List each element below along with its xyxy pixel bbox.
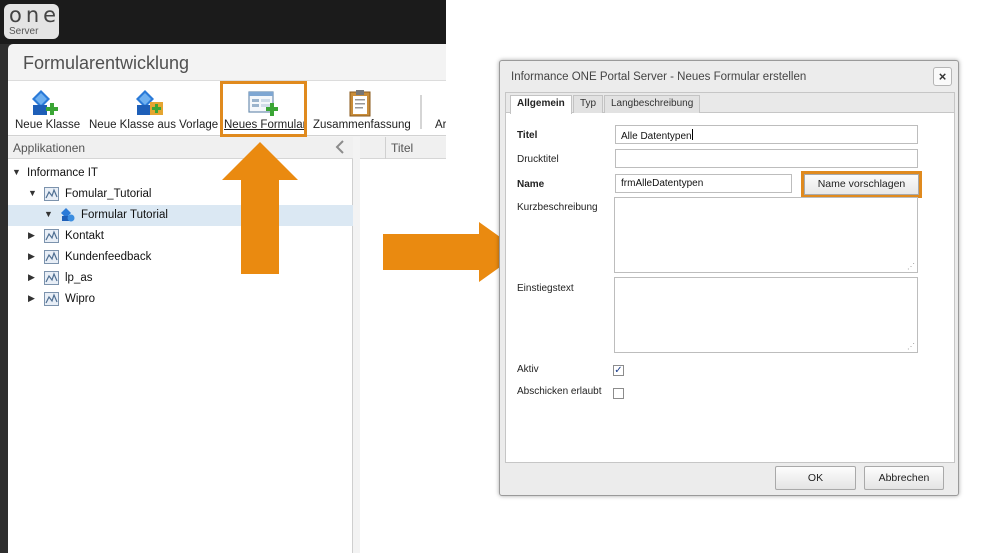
- toolbar-separator: [420, 95, 422, 129]
- aktiv-label: Aktiv: [517, 364, 539, 375]
- application-icon: [44, 229, 59, 243]
- applications-panel: Applikationen ▼ Informance IT ▼ Fomular_: [8, 137, 353, 553]
- one-server-logo[interactable]: one Server: [4, 3, 61, 39]
- collapsed-triangle-icon[interactable]: ▶: [28, 251, 38, 261]
- expanded-triangle-icon[interactable]: ▼: [12, 167, 22, 177]
- kurzbeschreibung-textarea[interactable]: ⋰: [614, 197, 918, 273]
- text-cursor: [691, 129, 693, 140]
- tree-item-label: Informance IT: [27, 167, 98, 179]
- collapsed-triangle-icon[interactable]: ▶: [28, 272, 38, 282]
- class-icon: [61, 208, 75, 222]
- class-from-template-button[interactable]: Neue Klasse aus Vorlage: [88, 81, 218, 137]
- tree-item-label: Kontakt: [65, 230, 104, 242]
- truncated-toolbar-label: Ar: [435, 119, 446, 131]
- logo-text-one: one: [9, 3, 61, 27]
- dialog-body: Allgemein Typ Langbeschreibung Titel All…: [505, 92, 955, 463]
- collapse-left-icon[interactable]: [334, 139, 348, 155]
- collapsed-triangle-icon[interactable]: ▶: [28, 230, 38, 240]
- grid-header: Titel: [360, 137, 446, 159]
- drucktitel-label: Drucktitel: [517, 154, 559, 165]
- collapsed-triangle-icon[interactable]: ▶: [28, 293, 38, 303]
- drucktitel-input[interactable]: [615, 149, 918, 168]
- new-class-icon: [32, 90, 58, 115]
- new-form-dialog: Informance ONE Portal Server - Neues For…: [499, 60, 959, 496]
- tree-item-label: lp_as: [65, 272, 93, 284]
- close-icon[interactable]: ×: [933, 67, 952, 86]
- cancel-button[interactable]: Abbrechen: [864, 466, 944, 490]
- name-suggest-highlight-frame: [801, 171, 922, 198]
- dialog-footer: OK Abbrechen: [505, 463, 955, 493]
- tab-allgemein[interactable]: Allgemein: [510, 95, 572, 114]
- resize-grip-icon[interactable]: ⋰: [907, 263, 915, 271]
- summary-label: Zusammenfassung: [313, 119, 411, 131]
- tree-item-informance-it[interactable]: ▼ Informance IT: [8, 163, 353, 184]
- einstiegstext-textarea[interactable]: ⋰: [614, 277, 918, 353]
- application-icon: [44, 187, 59, 201]
- summary-button[interactable]: Zusammenfassung: [312, 81, 411, 137]
- abschicken-label: Abschicken erlaubt: [517, 386, 602, 397]
- tree-item-label: Formular Tutorial: [81, 209, 168, 221]
- applications-header-title: Applikationen: [13, 141, 86, 155]
- window-title: Formularentwicklung: [23, 53, 190, 73]
- dialog-title: Informance ONE Portal Server - Neues For…: [511, 71, 807, 83]
- tree-item-kontakt[interactable]: ▶ Kontakt: [8, 226, 353, 247]
- summary-clipboard-icon: [349, 90, 371, 117]
- class-from-template-label: Neue Klasse aus Vorlage: [89, 119, 219, 131]
- new-class-label: Neue Klasse: [15, 119, 81, 131]
- tree-item-wipro[interactable]: ▶ Wipro: [8, 289, 353, 310]
- tree-item-label: Kundenfeedback: [65, 251, 152, 263]
- aktiv-checkbox[interactable]: ✓: [613, 365, 624, 376]
- einstiegstext-label: Einstiegstext: [517, 283, 574, 294]
- kurzbeschreibung-label: Kurzbeschreibung: [517, 202, 598, 213]
- applications-header: Applikationen: [8, 137, 353, 159]
- name-label: Name: [517, 179, 545, 190]
- tree-item-fomular-tutorial[interactable]: ▼ Fomular_Tutorial: [8, 184, 353, 205]
- expanded-triangle-icon[interactable]: ▼: [28, 188, 38, 198]
- titel-input[interactable]: Alle Datentypen: [615, 125, 918, 144]
- tutorial-screenshot: one Server Formularentwicklung Neue Klas…: [0, 0, 1000, 553]
- arrow-up-icon: [222, 142, 298, 274]
- titel-label: Titel: [517, 130, 538, 141]
- tree-item-lp-as[interactable]: ▶ lp_as: [8, 268, 353, 289]
- tab-langbeschreibung[interactable]: Langbeschreibung: [604, 95, 701, 113]
- abschicken-checkbox[interactable]: [613, 388, 624, 399]
- new-class-button[interactable]: Neue Klasse: [13, 81, 81, 137]
- resize-grip-icon[interactable]: ⋰: [907, 343, 915, 351]
- grid-column-titel[interactable]: Titel: [391, 141, 413, 155]
- application-icon: [44, 250, 59, 264]
- name-input[interactable]: frmAlleDatentypen: [615, 174, 792, 193]
- application-icon: [44, 292, 59, 306]
- tree-item-formular-tutorial[interactable]: ▼ Formular Tutorial: [8, 205, 353, 226]
- one-server-app: one Server Formularentwicklung Neue Klas…: [0, 0, 446, 553]
- new-form-highlight-frame: [220, 81, 307, 137]
- tab-typ[interactable]: Typ: [573, 95, 604, 113]
- expanded-triangle-icon[interactable]: ▼: [44, 209, 54, 219]
- ok-button[interactable]: OK: [775, 466, 856, 490]
- titel-value: Alle Datentypen: [621, 131, 692, 142]
- logo-text-server: Server: [9, 26, 39, 37]
- tree-item-label: Fomular_Tutorial: [65, 188, 152, 200]
- forms-grid-panel: Titel: [360, 137, 446, 553]
- formularentwicklung-window: Formularentwicklung Neue Klasse Neue Kla…: [8, 44, 446, 553]
- tree-item-kundenfeedback[interactable]: ▶ Kundenfeedback: [8, 247, 353, 268]
- grid-column-separator: [385, 137, 386, 159]
- application-icon: [44, 271, 59, 285]
- truncated-toolbar-button[interactable]: Ar: [432, 81, 446, 137]
- dialog-tab-bar: Allgemein Typ Langbeschreibung: [506, 93, 954, 114]
- tree-item-label: Wipro: [65, 293, 96, 305]
- app-top-bar: one Server: [0, 0, 446, 44]
- class-from-template-icon: [136, 90, 163, 115]
